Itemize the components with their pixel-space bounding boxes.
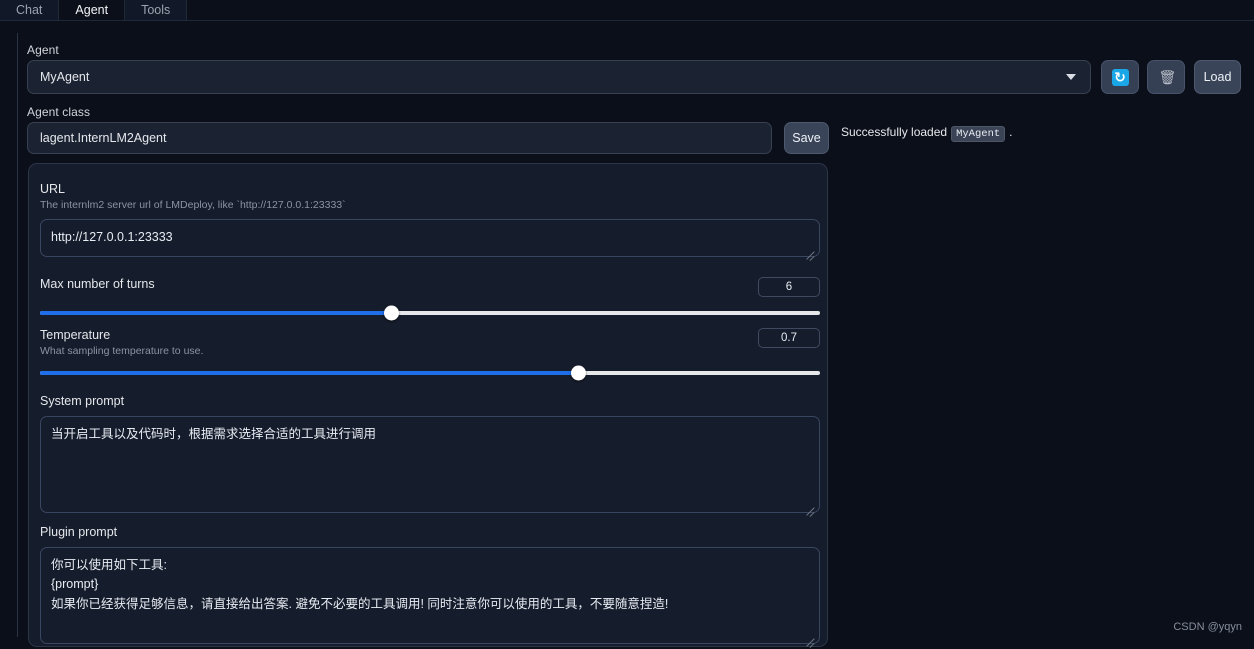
- status-message: Successfully loaded MyAgent .: [841, 125, 1013, 142]
- max-turns-slider[interactable]: [40, 305, 820, 321]
- status-prefix: Successfully loaded: [841, 125, 948, 139]
- url-input[interactable]: [40, 219, 820, 257]
- plugin-prompt-field: Plugin prompt: [40, 525, 820, 649]
- agent-settings-page: Agent MyAgent Load Agent class Save Succ…: [0, 21, 1254, 647]
- max-turns-number-input[interactable]: [758, 277, 820, 297]
- temperature-label: Temperature: [40, 328, 111, 342]
- temperature-description: What sampling temperature to use.: [40, 345, 204, 357]
- max-turns-slider-fill: [40, 311, 391, 315]
- url-field-description: The internlm2 server url of LMDeploy, li…: [40, 199, 346, 211]
- agent-dropdown-value: MyAgent: [40, 70, 90, 84]
- agent-dropdown[interactable]: MyAgent: [27, 60, 1091, 94]
- trash-icon: [1159, 69, 1174, 85]
- section-divider: [17, 33, 18, 637]
- load-agent-button[interactable]: Load: [1194, 60, 1241, 94]
- chevron-down-icon: [1066, 74, 1076, 80]
- temperature-field: Temperature What sampling temperature to…: [40, 328, 820, 381]
- plugin-prompt-input[interactable]: [40, 547, 820, 644]
- status-code-badge: MyAgent: [951, 126, 1006, 142]
- agent-class-input[interactable]: [27, 122, 772, 154]
- system-prompt-input[interactable]: [40, 416, 820, 513]
- temperature-number-input[interactable]: [758, 328, 820, 348]
- system-prompt-label: System prompt: [40, 394, 125, 408]
- delete-agent-button[interactable]: [1147, 60, 1185, 94]
- temperature-slider[interactable]: [40, 365, 820, 381]
- agent-config-panel: URL The internlm2 server url of LMDeploy…: [28, 163, 828, 647]
- tab-bar: Chat Agent Tools: [0, 0, 1254, 21]
- url-field-label: URL: [40, 182, 66, 196]
- system-prompt-field: System prompt: [40, 394, 820, 518]
- agent-class-label: Agent class: [27, 105, 91, 119]
- refresh-icon: [1111, 68, 1129, 86]
- watermark: CSDN @yqyn: [1173, 621, 1242, 633]
- temperature-slider-handle[interactable]: [570, 365, 586, 381]
- tab-chat[interactable]: Chat: [0, 0, 60, 20]
- tab-agent[interactable]: Agent: [59, 0, 126, 20]
- max-turns-slider-handle[interactable]: [383, 305, 399, 321]
- tab-tools[interactable]: Tools: [125, 0, 188, 20]
- url-field: URL The internlm2 server url of LMDeploy…: [40, 182, 820, 262]
- max-turns-field: Max number of turns: [40, 277, 820, 321]
- save-button[interactable]: Save: [784, 122, 829, 154]
- max-turns-label: Max number of turns: [40, 277, 155, 291]
- plugin-prompt-label: Plugin prompt: [40, 525, 118, 539]
- agent-label: Agent: [27, 43, 59, 57]
- temperature-slider-fill: [40, 371, 579, 375]
- refresh-agents-button[interactable]: [1101, 60, 1139, 94]
- status-suffix: .: [1009, 125, 1013, 139]
